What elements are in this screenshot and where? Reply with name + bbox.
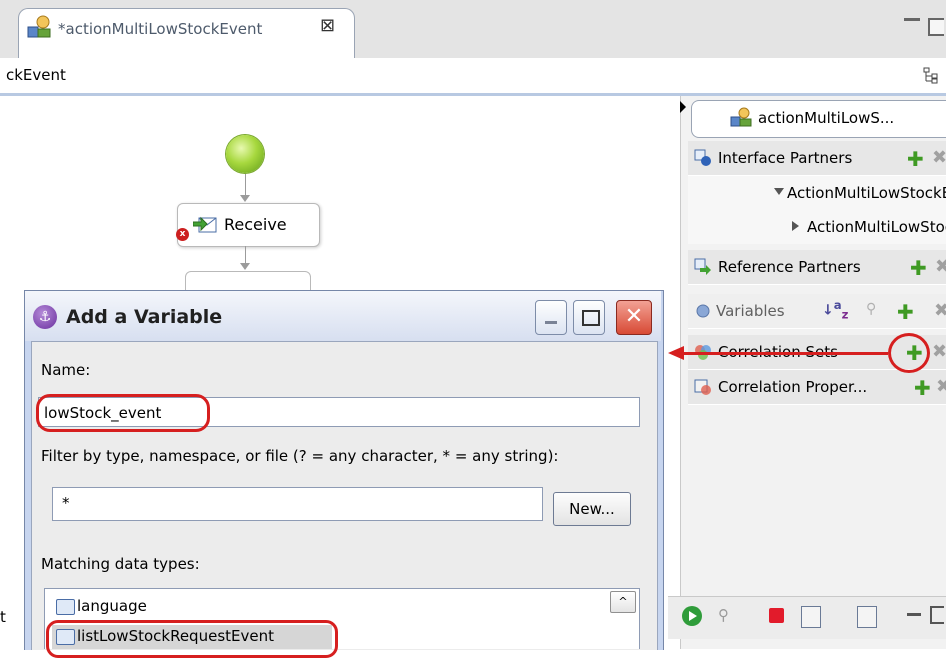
receive-label: Receive (224, 215, 287, 234)
minimize-icon (545, 321, 557, 324)
add-variable-icon[interactable]: ✚ (897, 300, 914, 324)
run-arrow (689, 611, 697, 621)
filter-field-value[interactable]: * (62, 494, 70, 512)
process-title: actionMultiLowS... (758, 109, 895, 127)
start-node-icon[interactable] (226, 135, 264, 173)
step-icon[interactable]: ⚲ (718, 606, 729, 624)
add-icon[interactable]: ✚ (914, 376, 931, 400)
breadcrumb-bar (0, 58, 946, 96)
interface-partner-item[interactable]: ActionMultiLowStockEve (688, 176, 946, 210)
variables-label: Variables (716, 302, 785, 320)
process-icon (27, 15, 51, 38)
annotation-arrow-head (668, 346, 684, 360)
editor-tab-label: *actionMultiLowStockEvent (58, 20, 263, 38)
annotation-circle-type (46, 620, 338, 658)
minimize-icon[interactable] (907, 613, 921, 616)
name-label: Name: (41, 361, 91, 379)
maximize-icon[interactable] (928, 18, 944, 36)
left-edge-text: t (0, 608, 6, 626)
delete-icon[interactable]: ✖ (932, 147, 946, 168)
delete-icon[interactable]: ✖ (932, 341, 946, 362)
flow-arrow-icon (240, 195, 250, 202)
reference-icon (694, 258, 711, 275)
breadcrumb: ckEvent (6, 66, 66, 84)
data-type-icon (56, 598, 75, 615)
process-icon (730, 107, 752, 127)
maximize-icon[interactable] (930, 606, 944, 624)
correlation-properties-row[interactable]: Correlation Proper... ✚ ✖ (688, 370, 946, 405)
flow-connector (245, 246, 246, 264)
error-icon: x (176, 228, 189, 241)
interface-icon (694, 149, 711, 166)
collapse-panel-icon[interactable] (680, 101, 686, 113)
variables-row[interactable]: Variables ↓az ⚲ ✚ ✖ (688, 294, 946, 329)
close-tab-icon[interactable]: ⊠ (320, 15, 335, 36)
copy-icon[interactable] (801, 606, 821, 628)
reference-partners-label: Reference Partners (718, 258, 861, 276)
correlation-properties-label: Correlation Proper... (718, 378, 868, 396)
new-button[interactable]: New... (553, 492, 631, 526)
filter-icon[interactable]: ⚲ (866, 301, 876, 317)
outline-icon[interactable] (922, 66, 940, 84)
annotation-circle-name (36, 394, 210, 432)
flow-connector (245, 174, 246, 196)
dialog-minimize-button[interactable] (535, 300, 567, 335)
correlation-properties-icon (694, 379, 711, 395)
delete-icon[interactable]: ✖ (935, 256, 946, 277)
annotation-circle-add (888, 333, 930, 373)
annotation-arrow-line (684, 352, 888, 355)
filter-label: Filter by type, namespace, or file (? = … (41, 447, 559, 465)
interface-partner-label: ActionMultiLowStockEve (787, 184, 946, 202)
add-icon[interactable]: ✚ (910, 256, 927, 280)
collapsed-icon (792, 221, 799, 231)
delete-icon[interactable]: ✖ (936, 376, 946, 397)
scroll-up-icon[interactable]: ^ (610, 591, 636, 613)
list-item-label: language (77, 597, 147, 615)
list-item[interactable]: language (56, 597, 147, 621)
anchor-icon: ⚓ (38, 309, 52, 325)
stop-icon[interactable] (769, 608, 784, 623)
receive-icon (193, 216, 217, 233)
delete-icon[interactable]: ✖ (934, 300, 946, 321)
maximize-icon (582, 310, 600, 326)
matching-types-label: Matching data types: (41, 555, 200, 573)
interface-partners-label: Interface Partners (718, 149, 853, 167)
tree-icon[interactable] (857, 606, 877, 628)
expanded-icon (774, 188, 784, 195)
add-icon[interactable]: ✚ (907, 147, 924, 171)
close-icon[interactable]: ✕ (616, 300, 652, 335)
interface-partner-child-label: ActionMultiLowStock (807, 218, 946, 236)
dialog-title: Add a Variable (66, 306, 223, 328)
interface-partner-child[interactable]: ActionMultiLowStock (688, 210, 946, 244)
sort-icon[interactable]: ↓az (822, 298, 848, 321)
variables-icon (696, 304, 710, 318)
flow-arrow-icon (240, 263, 250, 270)
minimize-icon[interactable] (904, 18, 920, 21)
reference-partners-row[interactable]: Reference Partners ✚ ✖ (688, 250, 946, 285)
interface-partners-row[interactable]: Interface Partners ✚ ✖ (688, 141, 946, 176)
filter-field[interactable] (52, 487, 543, 521)
